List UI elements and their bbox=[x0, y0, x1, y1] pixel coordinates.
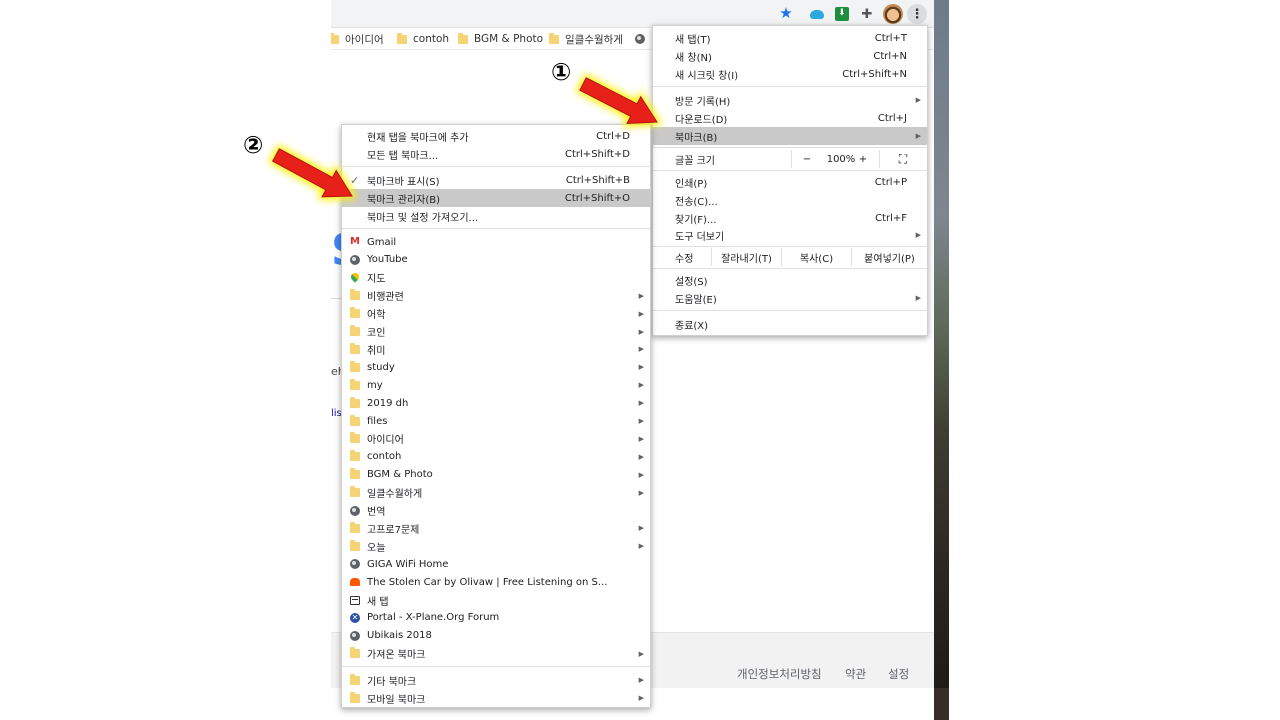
arrow-to-bookmark-manager bbox=[268, 144, 358, 201]
screenshot-stage: ★ ✚ ⋮ 아이디어 contoh BGM & Photo 일클수월하게 개인정… bbox=[0, 0, 1280, 720]
step-2-marker: ② bbox=[243, 131, 264, 159]
arrow-to-bookmarks-menu bbox=[575, 73, 663, 127]
step-1-marker: ① bbox=[551, 58, 572, 86]
annotation-layer bbox=[268, 73, 663, 201]
